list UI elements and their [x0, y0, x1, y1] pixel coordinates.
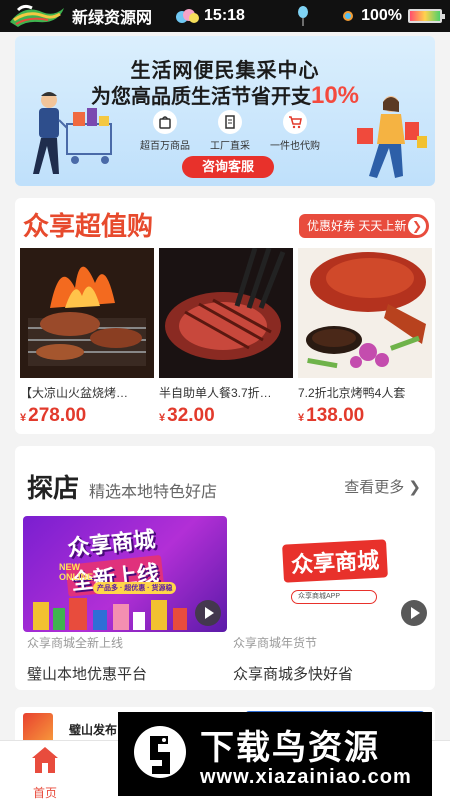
- tab-home-label: 首页: [32, 786, 57, 800]
- contact-service-button[interactable]: 咨询客服: [182, 156, 274, 178]
- savings-percent: 10%: [310, 82, 360, 109]
- price-value: 32.00: [167, 405, 215, 426]
- shop-card[interactable]: 众享商城 众享商城APP 众享商城年货节 众享商城多快好省: [229, 516, 433, 684]
- shop-description: 璧山本地优惠平台: [27, 666, 148, 683]
- explore-title: 探店: [27, 473, 80, 503]
- chevron-right-icon: ❯: [408, 479, 421, 496]
- feature-item: 超百万商品: [135, 110, 195, 152]
- roast-duck-image: [298, 248, 432, 378]
- mall-search-bar: 众享商城APP: [291, 590, 377, 604]
- mall-search-label: 众享商城APP: [298, 593, 341, 600]
- chevron-right-icon: ❯: [408, 217, 426, 235]
- banner-subheadline-text: 为您高品质生活节省开支: [90, 86, 311, 108]
- explore-section: 探店 精选本地特色好店 查看更多 ❯ 众享商城 全新上线 NEW ONLINE …: [15, 446, 435, 690]
- tab-home[interactable]: 首页: [22, 745, 68, 800]
- banner-features: 超百万商品 工厂直采 一件也代购: [135, 110, 325, 152]
- feature-label: 超百万商品: [140, 141, 190, 152]
- bird-logo-icon: [134, 726, 186, 778]
- deal-name: 7.2折北京烤鸭4人套: [298, 386, 406, 400]
- clock: 15:18: [204, 7, 245, 24]
- promo-banner[interactable]: 生活网便民集采中心 为您高品质生活节省开支10% 超百万商品 工厂直采 一件也代…: [15, 36, 435, 186]
- watermark-url: www.xiazainiao.com: [200, 766, 412, 788]
- feature-item: 一件也代购: [265, 110, 325, 152]
- news-logo: [23, 713, 53, 743]
- deals-section: 众享超值购 优惠好券 天天上新 ❯ 【大凉山火盆烧烤… ¥278.00 半自助单…: [15, 198, 435, 434]
- deal-price: ¥278.00: [20, 405, 154, 427]
- site-logo-icon: [10, 4, 64, 27]
- price-value: 138.00: [306, 405, 365, 426]
- bag-icon: [153, 110, 177, 134]
- deals-title: 众享超值购: [23, 211, 154, 241]
- deal-card[interactable]: 半自助单人餐3.7折… ¥32.00: [159, 248, 293, 427]
- shop-card[interactable]: 众享商城 全新上线 NEW ONLINE 产品多 · 超优惠 · 货源稳 众享商…: [23, 516, 227, 684]
- mall-festival-video[interactable]: 众享商城 众享商城APP: [229, 516, 433, 632]
- view-more-label: 查看更多: [344, 479, 405, 496]
- feature-item: 工厂直采: [200, 110, 260, 152]
- currency-symbol: ¥: [20, 412, 27, 424]
- shop-description: 众享商城多快好省: [233, 666, 354, 683]
- currency-symbol: ¥: [298, 412, 305, 424]
- currency-symbol: ¥: [159, 412, 166, 424]
- battery-percent: 100%: [361, 7, 402, 24]
- play-icon[interactable]: [195, 600, 221, 626]
- new-online-badge: NEW ONLINE: [59, 562, 94, 582]
- steak-image: [159, 248, 293, 378]
- news-source: 璧山发布: [69, 723, 118, 737]
- feature-label: 一件也代购: [270, 141, 320, 152]
- watermark: 下载鸟资源 www.xiazainiao.com: [118, 712, 432, 796]
- watermark-title: 下载鸟资源: [200, 729, 380, 767]
- shop-caption: 众享商城全新上线: [27, 636, 124, 650]
- shop-caption: 众享商城年货节: [233, 636, 318, 650]
- status-bar: 新绿资源网 15:18 100%: [0, 0, 450, 32]
- deal-card[interactable]: 7.2折北京烤鸭4人套 ¥138.00: [298, 248, 432, 427]
- mall-launch-ribbon: 产品多 · 超优惠 · 货源稳: [93, 582, 177, 594]
- play-icon[interactable]: [401, 600, 427, 626]
- document-icon: [218, 110, 242, 134]
- coupon-tag-label: 优惠好券 天天上新: [307, 219, 407, 233]
- explore-subtitle: 精选本地特色好店: [89, 484, 218, 501]
- balloon-icon: [297, 6, 308, 26]
- mall-logo: 众享商城: [282, 539, 388, 583]
- battery-icon: [408, 9, 445, 23]
- sun-icon: [343, 11, 354, 21]
- deal-card[interactable]: 【大凉山火盆烧烤… ¥278.00: [20, 248, 154, 427]
- deal-name: 半自助单人餐3.7折…: [159, 386, 272, 400]
- cart-icon: [283, 110, 307, 134]
- deal-price: ¥32.00: [159, 405, 293, 427]
- price-value: 278.00: [28, 405, 87, 426]
- home-icon: [32, 747, 58, 773]
- feature-label: 工厂直采: [210, 141, 250, 152]
- view-more-link[interactable]: 查看更多 ❯: [344, 476, 421, 497]
- deal-name: 【大凉山火盆烧烤…: [20, 386, 129, 400]
- banner-headline: 生活网便民集采中心: [130, 60, 320, 82]
- deal-price: ¥138.00: [298, 405, 432, 427]
- site-name: 新绿资源网: [72, 10, 153, 27]
- bbq-grill-image: [20, 248, 154, 378]
- banner-subheadline: 为您高品质生活节省开支10%: [15, 80, 435, 110]
- mall-launch-video[interactable]: 众享商城 全新上线 NEW ONLINE 产品多 · 超优惠 · 货源稳: [23, 516, 227, 632]
- cloud-icon: [176, 9, 200, 23]
- coupon-tag[interactable]: 优惠好券 天天上新 ❯: [299, 214, 429, 238]
